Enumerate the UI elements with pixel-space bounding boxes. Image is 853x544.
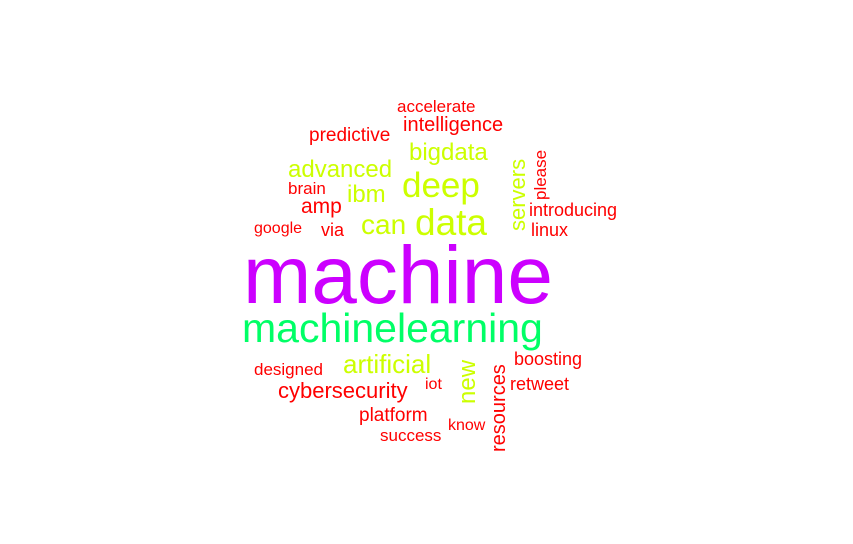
word-google: google	[254, 220, 303, 237]
word-amp: amp	[301, 195, 342, 218]
word-servers: servers	[505, 158, 530, 231]
word-via: via	[321, 220, 345, 240]
word-resources: resources	[488, 364, 510, 452]
word-can: can	[361, 209, 407, 240]
word-platform: platform	[359, 405, 428, 426]
word-retweet: retweet	[510, 374, 570, 394]
word-know: know	[448, 417, 486, 434]
word-artificial: artificial	[343, 349, 432, 379]
word-bigdata: bigdata	[409, 139, 488, 166]
word-linux: linux	[531, 220, 569, 240]
word-accelerate: accelerate	[397, 97, 476, 116]
word-machinelearning: machinelearning	[242, 305, 543, 351]
word-deep: deep	[402, 166, 480, 205]
word-success: success	[380, 426, 442, 445]
word-introducing: introducing	[529, 200, 618, 220]
word-ibm: ibm	[347, 181, 386, 208]
word-designed: designed	[254, 360, 324, 379]
word-iot: iot	[425, 376, 442, 393]
word-predictive: predictive	[309, 125, 391, 146]
word-please: please	[531, 149, 550, 200]
word-cybersecurity: cybersecurity	[278, 378, 408, 403]
word-data: data	[415, 202, 488, 243]
word-intelligence: intelligence	[403, 114, 504, 136]
word-boosting: boosting	[514, 349, 583, 369]
word-new: new	[454, 359, 481, 404]
word-cloud: machine machinelearning data deep can bi…	[0, 0, 853, 544]
